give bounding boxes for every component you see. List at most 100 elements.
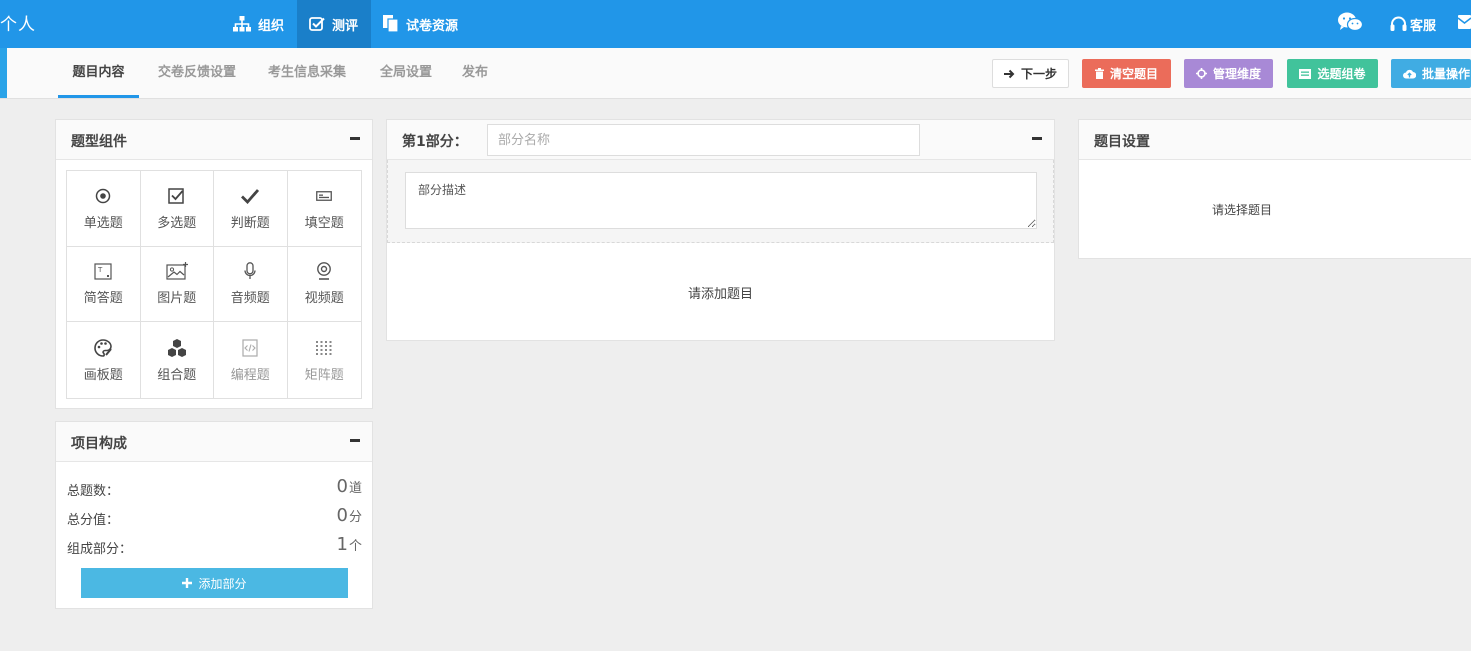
- component-label: 矩阵题: [304, 367, 344, 383]
- component-label: 填空题: [304, 215, 344, 231]
- stat-number: 1: [336, 534, 348, 555]
- project-composition-panel: 项目构成 总题数： 0道 总分值： 0分 组成部分： 1个 添加部分: [55, 421, 373, 609]
- add-part-button[interactable]: 添加部分: [81, 568, 348, 598]
- select-questions-button[interactable]: 选题组卷: [1287, 59, 1378, 88]
- customer-service-label: 客服: [1410, 18, 1437, 34]
- part-index-label: 第1部分：: [402, 134, 468, 150]
- nav-item-organization[interactable]: 组织: [221, 0, 296, 48]
- component-short-answer[interactable]: T 简答题: [67, 246, 141, 323]
- settings-panel-header: 题目设置: [1079, 120, 1471, 160]
- settings-panel-title: 题目设置: [1094, 134, 1150, 150]
- component-true-false[interactable]: 判断题: [214, 171, 288, 247]
- fill-blank-icon: [316, 186, 333, 206]
- crosshair-icon: [1195, 68, 1207, 79]
- headset-icon: [1390, 16, 1407, 32]
- composition-panel-header: 项目构成: [56, 422, 372, 462]
- next-step-button[interactable]: 下一步: [992, 59, 1069, 88]
- collapse-composition-button[interactable]: [350, 430, 362, 450]
- tab-candidate-info-collection[interactable]: 考生信息采集: [261, 48, 353, 98]
- toolbar-accent-strip: [0, 48, 7, 98]
- question-type-grid: 单选题 多选题 判断题 填空题 T 简答题 图片题 音频题 视频题 画板题 组合…: [66, 170, 362, 399]
- select-questions-label: 选题组卷: [1317, 67, 1366, 81]
- editor-toolbar: 题目内容 交卷反馈设置 考生信息采集 全局设置 发布 下一步 清空题目 管理维度: [0, 48, 1471, 99]
- top-navigation-bar: 个人 组织 测评 试卷资源 客服: [0, 0, 1471, 48]
- component-label: 视频题: [304, 291, 344, 307]
- nav-item-assessment[interactable]: 测评: [297, 0, 371, 48]
- wechat-icon: [1338, 12, 1364, 36]
- component-single-choice[interactable]: 单选题: [67, 171, 141, 247]
- nav-label-paper-resources: 试卷资源: [406, 18, 459, 34]
- list-icon: [1299, 68, 1312, 79]
- component-label: 简答题: [83, 291, 123, 307]
- component-label: 音频题: [230, 291, 270, 307]
- empty-questions-hint: 请添加题目: [687, 287, 753, 302]
- component-image[interactable]: 图片题: [140, 246, 214, 323]
- stat-unit: 道: [348, 481, 362, 496]
- tab-publish[interactable]: 发布: [457, 48, 493, 98]
- nav-item-paper-resources[interactable]: 试卷资源: [371, 0, 470, 48]
- stat-label: 组成部分：: [67, 542, 133, 557]
- wechat-button[interactable]: [1338, 0, 1364, 48]
- component-audio[interactable]: 音频题: [214, 246, 288, 323]
- clear-questions-button[interactable]: 清空题目: [1082, 59, 1171, 88]
- components-panel-header: 题型组件: [56, 120, 372, 160]
- component-video[interactable]: 视频题: [287, 247, 361, 323]
- image-icon: [166, 261, 188, 281]
- collapse-part-button[interactable]: [1032, 128, 1044, 148]
- component-label: 多选题: [157, 215, 197, 231]
- message-button[interactable]: [1457, 0, 1471, 48]
- component-label: 组合题: [157, 367, 197, 383]
- mail-icon: [1457, 13, 1471, 35]
- batch-operation-button[interactable]: 批量操作: [1391, 59, 1471, 88]
- nav-label-assessment: 测评: [332, 18, 359, 34]
- question-type-components-panel: 题型组件 单选题 多选题 判断题 填空题 T 简答题 图片题 音频题 视频题 画…: [55, 119, 373, 409]
- component-label: 图片题: [157, 291, 197, 307]
- component-label: 画板题: [83, 367, 123, 383]
- component-programming[interactable]: 编程题: [214, 322, 288, 398]
- component-drawing-board[interactable]: 画板题: [67, 322, 141, 398]
- select-question-hint: 请选择题目: [1211, 203, 1272, 217]
- component-label: 单选题: [83, 215, 123, 231]
- components-panel-title: 题型组件: [71, 134, 127, 150]
- stat-parts-count: 组成部分： 1个: [67, 534, 362, 558]
- cubes-icon: [167, 338, 187, 358]
- stat-total-score: 总分值： 0分: [67, 505, 362, 529]
- part-panel-header: 第1部分：: [387, 120, 1054, 160]
- part-description-area: [387, 160, 1054, 243]
- checkbox-icon: [168, 186, 186, 206]
- next-step-label: 下一步: [1020, 67, 1057, 81]
- stat-total-questions: 总题数： 0道: [67, 476, 362, 500]
- toolbar-inner: 题目内容 交卷反馈设置 考生信息采集 全局设置 发布 下一步 清空题目 管理维度: [7, 48, 1471, 98]
- tab-global-settings[interactable]: 全局设置: [373, 48, 439, 98]
- brand-title[interactable]: 个人: [0, 10, 36, 35]
- component-matrix[interactable]: 矩阵题: [288, 322, 362, 398]
- manage-dimensions-label: 管理维度: [1212, 67, 1261, 81]
- microphone-icon: [244, 261, 256, 281]
- stat-value: 1个: [337, 534, 362, 555]
- component-multiple-choice[interactable]: 多选题: [140, 171, 214, 247]
- collapse-components-button[interactable]: [350, 128, 362, 148]
- stat-label: 总分值：: [67, 513, 120, 528]
- customer-service-button[interactable]: 客服: [1390, 0, 1436, 48]
- composition-panel-title: 项目构成: [71, 436, 127, 452]
- tab-submit-feedback-settings[interactable]: 交卷反馈设置: [151, 48, 243, 98]
- part-description-input[interactable]: [405, 172, 1037, 229]
- copy-icon: [383, 15, 399, 33]
- checkmark-icon: [241, 186, 260, 206]
- component-label: 编程题: [230, 367, 270, 383]
- code-file-icon: [242, 338, 258, 358]
- clear-questions-label: 清空题目: [1109, 67, 1158, 81]
- component-composite[interactable]: 组合题: [141, 322, 214, 398]
- manage-dimensions-button[interactable]: 管理维度: [1184, 59, 1273, 88]
- trash-icon: [1094, 68, 1104, 79]
- stat-number: 0: [336, 476, 348, 497]
- part-name-input[interactable]: [487, 124, 920, 156]
- stat-unit: 个: [348, 539, 362, 554]
- stat-number: 0: [336, 505, 348, 526]
- batch-operation-label: 批量操作: [1422, 67, 1471, 81]
- sitemap-icon: [233, 16, 251, 32]
- component-fill-blank[interactable]: 填空题: [287, 171, 361, 247]
- question-settings-panel: 题目设置 请选择题目: [1078, 119, 1471, 259]
- tab-question-content[interactable]: 题目内容: [58, 48, 139, 98]
- matrix-icon: [316, 338, 332, 358]
